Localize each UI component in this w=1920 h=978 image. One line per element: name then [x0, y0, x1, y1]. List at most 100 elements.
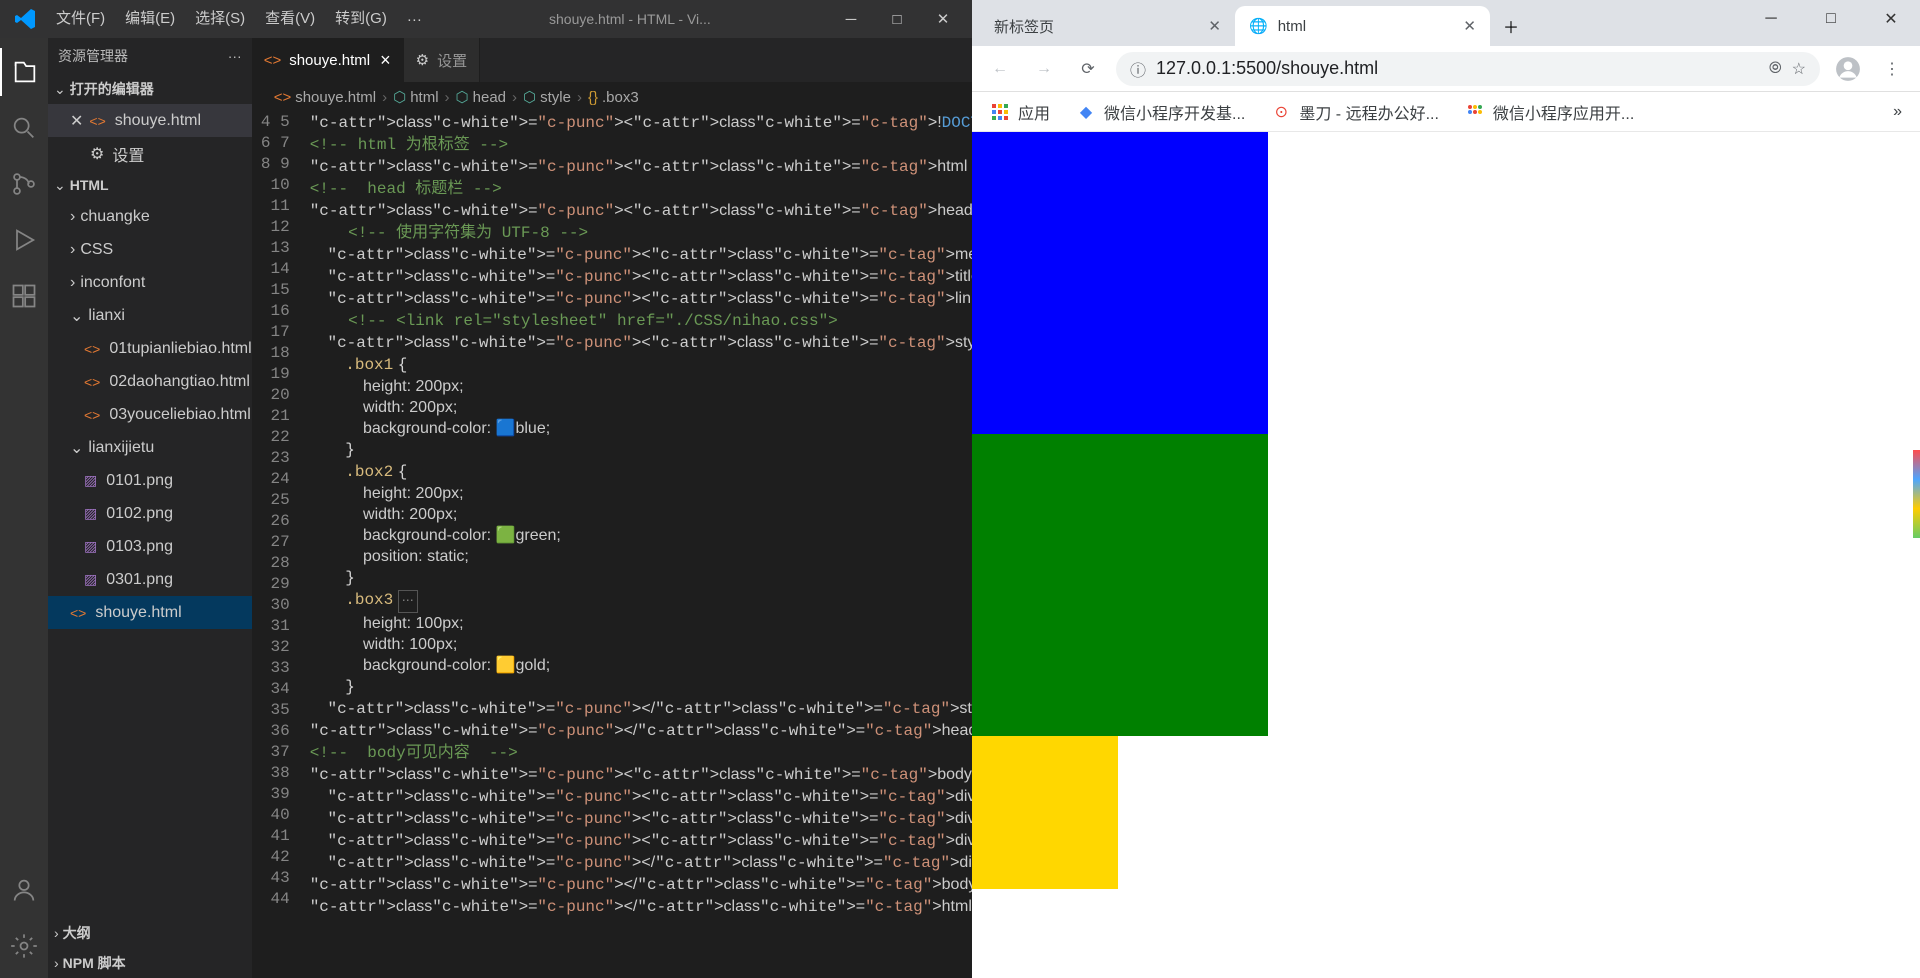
- box3-gold: [972, 736, 1118, 889]
- html-file-icon: <>: [84, 341, 100, 357]
- bookmark-item[interactable]: 微信小程序应用开...: [1455, 96, 1644, 128]
- symbol-icon: ⬡: [523, 88, 536, 106]
- editor-tab[interactable]: <>shouye.html×: [252, 38, 404, 82]
- reload-button[interactable]: ⟳: [1068, 49, 1108, 89]
- star-icon[interactable]: ☆: [1792, 59, 1806, 79]
- html-file-icon: <>: [84, 407, 100, 423]
- explorer-icon[interactable]: [0, 48, 48, 96]
- close-icon[interactable]: ✕: [1208, 17, 1221, 35]
- folder-item[interactable]: ⌄lianxijietu: [48, 431, 252, 464]
- html-file-icon: <>: [264, 52, 282, 69]
- minimize-button[interactable]: ─: [1742, 0, 1800, 38]
- info-icon[interactable]: ⓘ: [1130, 57, 1146, 81]
- menu-selection[interactable]: 选择(S): [185, 0, 255, 38]
- menu-go[interactable]: 转到(G): [325, 0, 397, 38]
- sidebar-more[interactable]: ···: [228, 48, 242, 64]
- menu-icon[interactable]: ⋮: [1872, 49, 1912, 89]
- folder-item[interactable]: ›chuangke: [48, 200, 252, 233]
- settings-icon[interactable]: [0, 922, 48, 970]
- extensions-icon[interactable]: [0, 272, 48, 320]
- profile-icon[interactable]: [1828, 49, 1868, 89]
- line-numbers: 4 5 6 7 8 9 10 11 12 13 14 15 16 17 18 1…: [252, 112, 310, 978]
- image-file-icon: ▨: [84, 538, 97, 555]
- menu-file[interactable]: 文件(F): [46, 0, 115, 38]
- symbol-icon: {}: [588, 89, 598, 106]
- image-file-icon: ▨: [84, 472, 97, 489]
- outline-section[interactable]: ›大纲: [48, 918, 252, 948]
- html-file-icon: <>: [274, 89, 292, 106]
- file-item[interactable]: <>03youceliebiao.html: [48, 398, 252, 431]
- chrome-tab[interactable]: 🌐html✕: [1235, 6, 1490, 46]
- forward-button[interactable]: →: [1024, 49, 1064, 89]
- npm-section[interactable]: ›NPM 脚本: [48, 948, 252, 978]
- bookmark-item[interactable]: 应用: [980, 96, 1060, 128]
- close-icon[interactable]: ×: [380, 50, 391, 71]
- window-title: shouye.html - HTML - Vi...: [432, 11, 828, 27]
- menu-more[interactable]: ···: [397, 11, 432, 28]
- file-item[interactable]: ▨0103.png: [48, 530, 252, 563]
- modao-icon: ⊙: [1271, 102, 1291, 122]
- bookmark-overflow[interactable]: »: [1883, 99, 1912, 125]
- sidebar-title: 资源管理器: [58, 46, 128, 66]
- back-button[interactable]: ←: [980, 49, 1020, 89]
- symbol-icon: ⬡: [393, 88, 406, 106]
- close-icon[interactable]: ✕: [70, 111, 83, 131]
- close-button[interactable]: ✕: [1862, 0, 1920, 38]
- file-item[interactable]: ▨0101.png: [48, 464, 252, 497]
- maximize-button[interactable]: □: [874, 0, 920, 38]
- new-tab-button[interactable]: ＋: [1496, 11, 1526, 41]
- titlebar: 文件(F) 编辑(E) 选择(S) 查看(V) 转到(G) ··· shouye…: [0, 0, 972, 38]
- workspace-section[interactable]: ⌄HTML: [48, 170, 252, 200]
- menu-view[interactable]: 查看(V): [255, 0, 325, 38]
- file-item[interactable]: <>shouye.html: [48, 596, 252, 629]
- file-item[interactable]: ▨0301.png: [48, 563, 252, 596]
- maximize-button[interactable]: □: [1802, 0, 1860, 38]
- editor-tab[interactable]: ⚙设置: [404, 38, 480, 82]
- close-button[interactable]: ✕: [920, 0, 966, 38]
- globe-icon: 🌐: [1249, 17, 1268, 35]
- decoration: [1913, 450, 1920, 538]
- file-item[interactable]: <>02daohangtiao.html: [48, 365, 252, 398]
- source-control-icon[interactable]: [0, 160, 48, 208]
- image-file-icon: ▨: [84, 505, 97, 522]
- open-editor-item[interactable]: ⚙设置: [48, 137, 252, 170]
- chrome-tab[interactable]: 新标签页✕: [980, 6, 1235, 46]
- folder-item[interactable]: ›CSS: [48, 233, 252, 266]
- chrome-window: ─ □ ✕ 新标签页✕ 🌐html✕ ＋ ← → ⟳ ⓘ ⦾ ☆ ⋮ 应用 ◆微…: [972, 0, 1920, 978]
- address-bar[interactable]: ⓘ ⦾ ☆: [1116, 52, 1820, 86]
- html-file-icon: <>: [70, 605, 86, 621]
- html-file-icon: <>: [89, 113, 105, 129]
- grid-icon: [1465, 102, 1485, 122]
- open-editor-item[interactable]: ✕<>shouye.html: [48, 104, 252, 137]
- bookmark-item[interactable]: ◆微信小程序开发基...: [1066, 96, 1255, 128]
- translate-icon[interactable]: ⦾: [1769, 60, 1782, 78]
- gear-icon: ⚙: [90, 144, 104, 164]
- vscode-logo-icon: [14, 7, 38, 31]
- menu-edit[interactable]: 编辑(E): [115, 0, 185, 38]
- minimize-button[interactable]: ─: [828, 0, 874, 38]
- box1-blue: [972, 132, 1268, 434]
- sidebar: 资源管理器 ··· ⌄打开的编辑器 ✕ <>shouye.html ⚙设置 ⌄HT…: [48, 38, 252, 978]
- box2-green: [972, 434, 1268, 736]
- vscode-window: 文件(F) 编辑(E) 选择(S) 查看(V) 转到(G) ··· shouye…: [0, 0, 972, 978]
- url-input[interactable]: [1156, 58, 1759, 79]
- html-file-icon: <>: [84, 374, 100, 390]
- image-file-icon: ▨: [84, 571, 97, 588]
- page-content: [972, 132, 1920, 978]
- bookmark-bar: 应用 ◆微信小程序开发基... ⊙墨刀 - 远程办公好... 微信小程序应用开.…: [972, 92, 1920, 132]
- gear-icon: ⚙: [416, 51, 429, 69]
- account-icon[interactable]: [0, 866, 48, 914]
- file-item[interactable]: ▨0102.png: [48, 497, 252, 530]
- open-editors-section[interactable]: ⌄打开的编辑器: [48, 74, 252, 104]
- search-icon[interactable]: [0, 104, 48, 152]
- close-icon[interactable]: ✕: [1463, 17, 1476, 35]
- activity-bar: [0, 38, 48, 978]
- file-item[interactable]: <>01tupianliebiao.html: [48, 332, 252, 365]
- debug-icon[interactable]: [0, 216, 48, 264]
- folder-item[interactable]: ⌄lianxi: [48, 299, 252, 332]
- bookmark-item[interactable]: ⊙墨刀 - 远程办公好...: [1261, 96, 1449, 128]
- folder-item[interactable]: ›inconfont: [48, 266, 252, 299]
- diamond-icon: ◆: [1076, 102, 1096, 122]
- toolbar: ← → ⟳ ⓘ ⦾ ☆ ⋮: [972, 46, 1920, 92]
- apps-icon: [990, 102, 1010, 122]
